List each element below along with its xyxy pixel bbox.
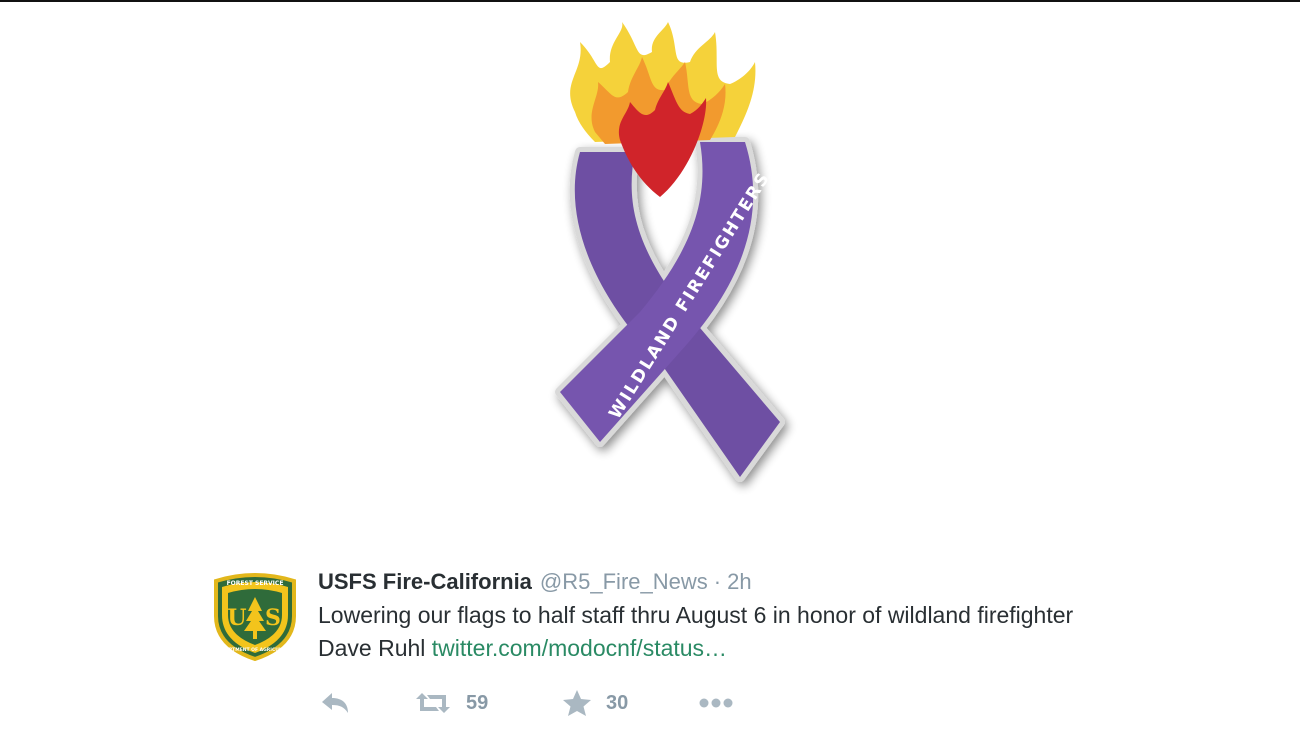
favorite-count: 30	[606, 691, 629, 714]
favorite-button[interactable]: 30	[562, 683, 628, 723]
tweet-media-image[interactable]: WILDLAND FIREFIGHTERS	[540, 22, 800, 507]
forest-service-shield-icon: FOREST SERVICE U S DEPARTMENT OF AGRICUL…	[214, 573, 296, 662]
avatar-initial-right: S	[265, 605, 281, 631]
avatar-top-text: FOREST SERVICE	[227, 580, 284, 587]
tweet-header: USFS Fire-California @R5_Fire_News · 2h	[318, 565, 1098, 599]
top-border	[0, 0, 1300, 2]
retweet-button[interactable]: 59	[414, 683, 488, 723]
reply-icon	[322, 693, 348, 713]
tweet-card: FOREST SERVICE U S DEPARTMENT OF AGRICUL…	[210, 565, 1110, 725]
avatar-bottom-text: DEPARTMENT OF AGRICULTURE	[216, 647, 295, 653]
tweet-content: USFS Fire-California @R5_Fire_News · 2h Low…	[318, 565, 1098, 665]
user-handle[interactable]: @R5_Fire_News	[540, 569, 708, 594]
more-icon	[699, 698, 733, 708]
tweet-timestamp[interactable]: 2h	[727, 569, 751, 594]
star-icon	[563, 690, 591, 716]
header-separator: ·	[713, 569, 722, 594]
wildland-firefighters-ribbon: WILDLAND FIREFIGHTERS	[555, 22, 785, 482]
avatar-initial-left: U	[227, 605, 246, 631]
reply-button[interactable]	[320, 683, 350, 723]
more-button[interactable]	[698, 683, 734, 723]
tweet-actions: 59 30	[318, 683, 778, 723]
retweet-icon	[416, 693, 450, 713]
retweet-count: 59	[466, 691, 489, 714]
tweet-text: Lowering our flags to half staff thru Au…	[318, 599, 1098, 665]
display-name[interactable]: USFS Fire-California	[318, 569, 532, 594]
avatar[interactable]: FOREST SERVICE U S DEPARTMENT OF AGRICUL…	[210, 571, 300, 662]
tweet-link[interactable]: twitter.com/modocnf/status…	[432, 635, 727, 661]
